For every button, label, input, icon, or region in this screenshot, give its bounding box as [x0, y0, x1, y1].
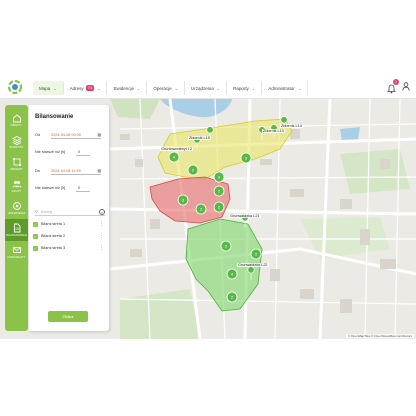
nav-item-operacje[interactable]: Operacje ⌄ [147, 81, 185, 95]
sidebar-item-warstwy[interactable]: Warstwy [5, 131, 28, 153]
map-label: Grunwaldzka L21 [229, 214, 261, 218]
nav-item-label: Adresy [69, 85, 84, 91]
sidebar-item-komunikaty[interactable]: Komunikaty [5, 241, 28, 263]
chevron-down-icon: ⌄ [136, 85, 141, 91]
sidebar-item-label: Obiekty [10, 124, 23, 127]
nav-item-urządzenia[interactable]: Urządzenia ⌄ [185, 81, 228, 95]
chevron-down-icon: ⌄ [53, 85, 57, 91]
sidebar-item-label: Komunikaty [7, 256, 26, 259]
search-placeholder: Szukaj [40, 209, 53, 214]
sidebar-item-obiekty[interactable]: Obiekty [5, 109, 28, 131]
list-item-label: Bilans strefa 3 [41, 246, 66, 250]
park-area [110, 99, 160, 119]
app-logo-icon[interactable] [8, 80, 22, 94]
nav-item-adresy[interactable]: Adresy 74 ⌄ [64, 81, 108, 95]
list-item[interactable]: ✓ Bilans strefa 2 ⋮ [33, 231, 106, 241]
water-area [340, 127, 360, 141]
calendar-icon[interactable]: ▦ [97, 132, 101, 137]
sidebar-item-label: Urządzenia [7, 212, 26, 215]
chevron-down-icon: ⌄ [216, 85, 221, 91]
sidebar-item-obszary[interactable]: Obszary [5, 153, 28, 175]
sidebar-item-bilansowanie[interactable]: Bilansowanie [5, 219, 28, 241]
notification-count-badge: 1 [393, 79, 399, 85]
checkbox[interactable]: ✓ [33, 245, 38, 251]
group-icon [12, 181, 21, 188]
list-item[interactable]: ✓ Bilans strefa 3 ⋮ [33, 243, 106, 253]
nav-item-label: Ewidencje [113, 85, 134, 91]
nav-item-label: Administrator [268, 85, 295, 91]
balance-panel: Bilansowanie Od 2024-04-08 00:00 ▦ Nie s… [29, 105, 109, 331]
chevron-down-icon: ⌄ [297, 85, 302, 91]
sidebar-item-label: Warstwy [9, 146, 24, 149]
chevron-down-icon: ⌄ [251, 85, 256, 91]
map-label: Zbiornik L13 [262, 129, 285, 133]
park-area [340, 149, 410, 194]
notifications-button[interactable]: 1 [387, 79, 399, 94]
nav-item-ewidencje[interactable]: Ewidencje ⌄ [107, 81, 148, 95]
nav-item-raporty[interactable]: Raporty ⌄ [227, 81, 263, 95]
list-item[interactable]: ✓ Bilans strefa 1 ⋮ [33, 219, 106, 229]
nav-item-label: Raporty [233, 85, 249, 91]
panel-title: Bilansowanie [35, 114, 74, 120]
main-menu: Mapa ⌄ Adresy 74 ⌄ Ewidencje ⌄ Operacje ⌄ Urządze… [33, 81, 309, 95]
park-area [120, 289, 200, 339]
nav-item-label: Operacje [153, 85, 172, 91]
sidebar-item-grupy[interactable]: Grupy [5, 175, 28, 197]
more-options-icon[interactable]: ⋮ [99, 245, 104, 251]
to-datetime-value: 2024-04-08 11:59 [51, 168, 81, 173]
user-icon[interactable] [402, 81, 410, 91]
checkbox[interactable]: ✓ [33, 221, 38, 227]
list-item-label: Bilans strefa 2 [41, 234, 66, 238]
nav-item-label: Urządzenia [190, 85, 214, 91]
top-navigation-bar: Mapa ⌄ Adresy 74 ⌄ Ewidencje ⌄ Operacje ⌄ Urządze… [0, 77, 416, 99]
more-options-icon[interactable]: ⋮ [99, 221, 104, 227]
user-actions: 1 [387, 79, 410, 94]
more-options-icon[interactable]: ⋮ [99, 233, 104, 239]
chevron-down-icon: ⌄ [97, 85, 101, 91]
list-item-label: Bilans strefa 1 [41, 222, 66, 226]
from-label: Od [35, 133, 41, 137]
nav-item-label: Mapa [39, 85, 51, 91]
checkbox[interactable]: ✓ [33, 233, 38, 239]
older-to-input[interactable]: 0 [76, 184, 90, 192]
from-datetime-value: 2024-04-08 00:00 [51, 132, 81, 137]
mail-icon [12, 247, 21, 253]
app-window: Mapa ⌄ Adresy 74 ⌄ Ewidencje ⌄ Operacje ⌄ Urządze… [0, 77, 416, 339]
search-icon: ⚲ [35, 210, 38, 214]
nav-item-administrator[interactable]: Administrator ⌄ [262, 81, 309, 95]
map-label: Zbiornik L15 [188, 136, 211, 140]
sidebar-item-label: Grupy [11, 190, 22, 193]
older-to-label: Nie starsze niż [h] [35, 186, 66, 190]
calculate-button[interactable]: Oblicz [48, 311, 88, 322]
home-icon [12, 114, 21, 123]
nav-item-mapa[interactable]: Mapa ⌄ [33, 81, 64, 95]
left-sidebar: Obiekty Warstwy Obszary Grupy Urządzenia Bila… [5, 105, 28, 331]
search-input[interactable]: ⚲ Szukaj + [35, 208, 105, 216]
file-icon [13, 223, 20, 233]
older-from-label: Nie starsze niż [h] [35, 150, 66, 154]
sidebar-item-label: Bilansowanie [6, 234, 27, 237]
chevron-down-icon: ⌄ [174, 85, 178, 91]
map-attribution[interactable]: © OpenMapTiles © OpenStreetMap contribut… [345, 334, 414, 338]
layers-icon [11, 136, 22, 145]
area-icon [12, 158, 21, 166]
sidebar-item-label: Obszary [9, 168, 24, 171]
to-label: Do [35, 169, 40, 173]
map-label: Gruntowodebyt L2 [160, 147, 194, 151]
map-label: Grunwaldzka L22 [237, 263, 269, 267]
from-datetime-field[interactable]: 2024-04-08 00:00 ▦ [51, 131, 101, 139]
sidebar-item-urządzenia[interactable]: Urządzenia [5, 197, 28, 219]
older-from-input[interactable]: 0 [76, 148, 90, 156]
to-datetime-field[interactable]: 2024-04-08 11:59 ▦ [51, 167, 101, 175]
calendar-icon[interactable]: ▦ [97, 168, 101, 173]
balance-zone-2[interactable] [149, 176, 231, 224]
map-label: Zbiornik L14 [280, 124, 303, 128]
count-badge: 74 [85, 85, 95, 91]
bell-icon [387, 84, 396, 94]
device-icon [12, 202, 21, 210]
add-icon[interactable]: + [99, 208, 105, 215]
